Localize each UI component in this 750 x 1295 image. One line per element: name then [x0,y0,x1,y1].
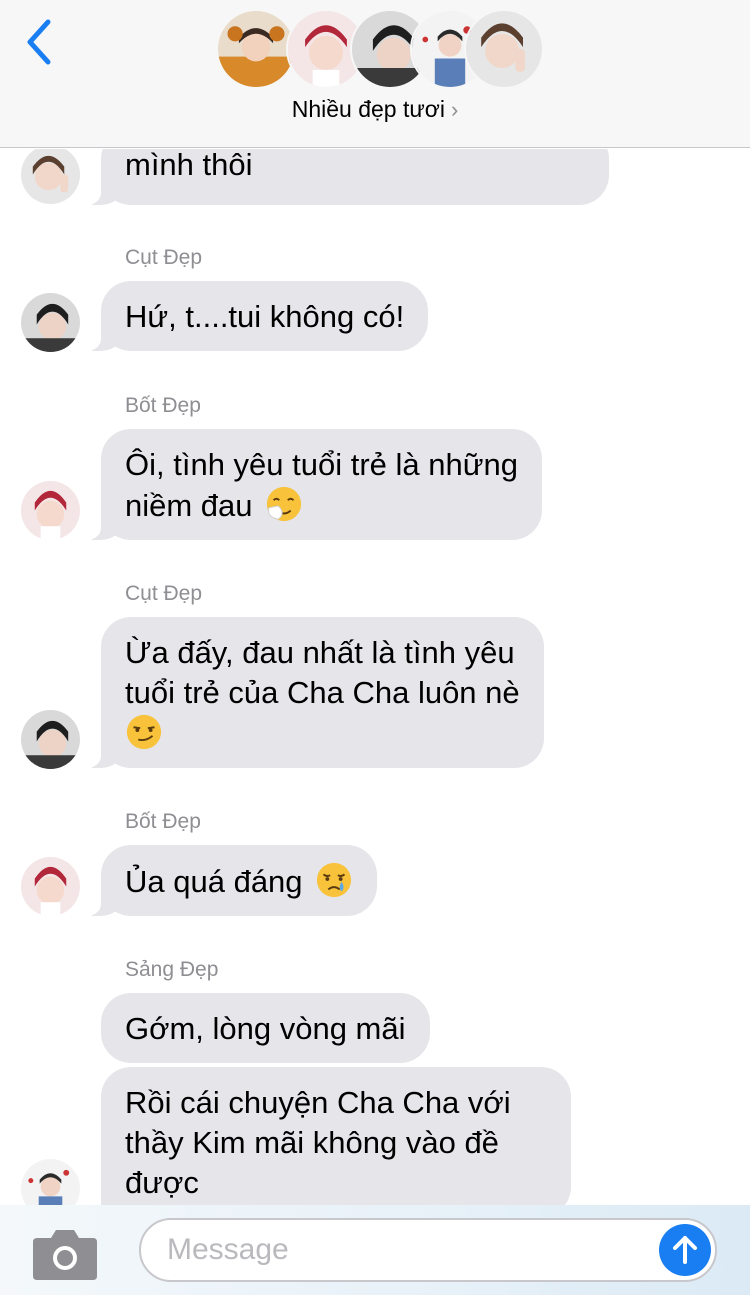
compose-bar [0,1205,750,1295]
message-input-container[interactable] [139,1218,717,1282]
sender-name: Cụt Đẹp [125,582,203,605]
message-text: được [125,1165,199,1200]
avatar-sang[interactable] [21,1159,80,1205]
message-text: Ôi, tình yêu tuổi trẻ là những [125,447,518,482]
message-bubble[interactable]: Ừa đấy, đau nhất là tình yêu tuổi trẻ củ… [83,617,544,768]
message-text: niềm đau [125,488,253,523]
conversation-header: Nhiều đẹp tươi › [0,0,750,148]
camera-icon [33,1230,97,1280]
message-text: Gớm, lòng vòng mãi [125,1011,406,1046]
message-bubble[interactable]: Gớm, lòng vòng mãi [101,993,430,1063]
smirking-face-icon [125,713,163,751]
chevron-right-icon: › [450,97,459,122]
avatar-bot[interactable] [21,857,80,916]
avatar-cut[interactable] [21,710,80,769]
group-name-button[interactable]: Nhiều đẹp tươi › [0,96,750,123]
message-text: Rồi cái chuyện Cha Cha với [125,1085,511,1120]
group-avatar-5 [464,9,544,89]
sneezing-face-icon [265,485,303,523]
message-text: Hứ, t....tui không có! [125,299,405,334]
crying-face-icon [315,861,353,899]
chevron-left-icon [27,19,51,65]
message-bubble[interactable]: Ôi, tình yêu tuổi trẻ là những niềm đau [83,429,542,540]
message-text: mình thôi [125,149,253,182]
message-text: Ủa quá đáng [125,864,303,899]
sender-name: Bốt Đẹp [125,810,201,833]
sender-name: Bốt Đẹp [125,394,201,417]
sender-name: Cụt Đẹp [125,246,203,269]
avatar-bot[interactable] [21,481,80,540]
avatar-sang[interactable] [21,149,80,204]
camera-button[interactable] [33,1228,97,1280]
message-input[interactable] [167,1230,647,1270]
group-name-label: Nhiều đẹp tươi [291,96,445,122]
message-text: thầy Kim mãi không vào đề [125,1125,499,1160]
avatar-cut[interactable] [21,293,80,352]
send-arrow-icon [673,1236,697,1264]
message-thread[interactable]: mình thôi Cụt Đẹp Hứ, t....tui không có!… [0,149,750,1205]
back-button[interactable] [18,16,62,68]
send-button[interactable] [659,1224,711,1276]
message-bubble[interactable]: Ủa quá đáng [82,845,378,916]
message-bubble[interactable]: Rồi cái chuyện Cha Cha với thầy Kim mãi … [83,1067,571,1205]
sender-name: Sảng Đẹp [125,958,219,981]
message-bubble[interactable]: Hứ, t....tui không có! [82,281,429,351]
group-avatar-1 [216,9,296,89]
message-bubble[interactable]: mình thôi [83,149,609,205]
message-text: Ừa đấy, đau nhất là tình yêu [125,635,515,670]
group-avatars[interactable] [216,9,544,91]
message-text: tuổi trẻ của Cha Cha luôn nè [125,675,520,710]
